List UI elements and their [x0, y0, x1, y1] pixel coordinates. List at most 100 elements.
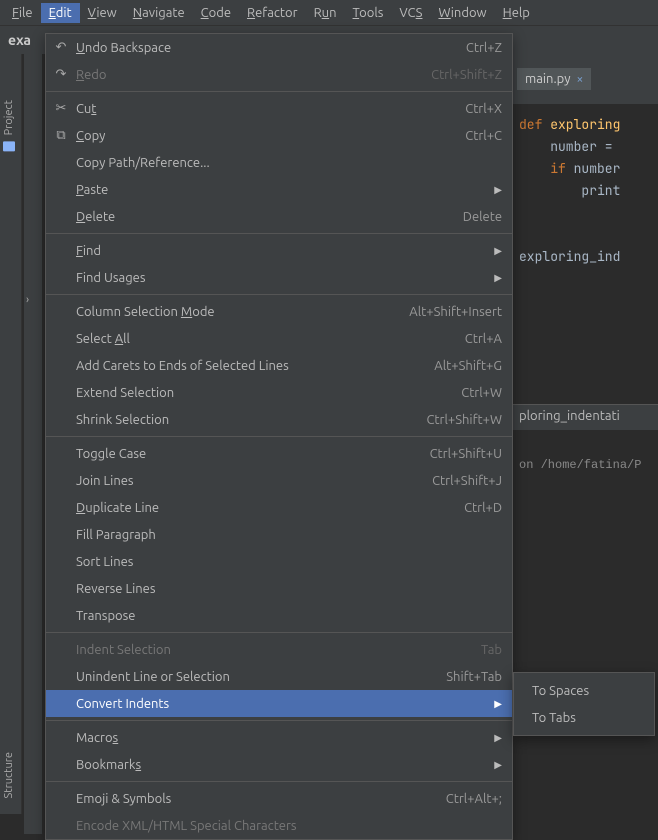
redo-icon: ↷	[53, 67, 69, 83]
editor-tab-main[interactable]: main.py ×	[517, 68, 591, 90]
code-editor[interactable]: def exploring number = if number print e…	[513, 104, 658, 278]
keyword-if: if	[519, 160, 574, 177]
menu-vcs[interactable]: VCS	[391, 3, 430, 23]
menu-item-convert-indents[interactable]: Convert Indents▶	[46, 690, 512, 717]
menu-item-label: Sort Lines	[76, 555, 502, 569]
breadcrumb-text: exa	[8, 32, 31, 48]
menu-item-extend-selection[interactable]: Extend Selection Ctrl+W	[46, 379, 512, 406]
menu-separator	[46, 436, 512, 437]
menu-item-duplicate-line[interactable]: Duplicate Line Ctrl+D	[46, 494, 512, 521]
menu-item-shrink-selection[interactable]: Shrink SelectionCtrl+Shift+W	[46, 406, 512, 433]
menu-item-redo: ↷RedoCtrl+Shift+Z	[46, 61, 512, 88]
menu-item-label: Reverse Lines	[76, 582, 502, 596]
menu-item-fill-paragraph[interactable]: Fill Paragraph	[46, 521, 512, 548]
menu-item-label: Macros	[76, 731, 486, 745]
menu-item-undo-backspace[interactable]: ↶Undo BackspaceCtrl+Z	[46, 34, 512, 61]
menu-item-label: Column Selection Mode	[76, 305, 389, 319]
menu-navigate[interactable]: Navigate	[125, 3, 193, 23]
shortcut: Ctrl+D	[464, 501, 502, 515]
menu-item-label: Extend Selection	[76, 386, 441, 400]
shortcut: Ctrl+Z	[466, 41, 502, 55]
menu-item-label: Cut	[76, 102, 445, 116]
menu-item-label: Delete	[76, 210, 443, 224]
project-tool-button[interactable]: Project	[0, 94, 18, 157]
menu-item-label: Emoji & Symbols	[76, 792, 426, 806]
code-line: print	[519, 182, 620, 199]
submenu-item-to-spaces[interactable]: To Spaces	[514, 677, 654, 704]
shortcut: Ctrl+X	[465, 102, 502, 116]
menu-item-label: Select All	[76, 332, 445, 346]
chevron-right-icon[interactable]: ›	[24, 290, 31, 310]
left-gutter: Project Structure	[0, 54, 22, 814]
menu-item-delete[interactable]: Delete Delete	[46, 203, 512, 230]
menu-item-encode-xml-html-special-characters: Encode XML/HTML Special Characters	[46, 812, 512, 839]
chevron-right-icon: ▶	[494, 759, 502, 771]
run-tab-label[interactable]: ploring_indentati	[513, 404, 658, 430]
structure-tool-button[interactable]: Structure	[0, 746, 18, 805]
menu-item-select-all[interactable]: Select AllCtrl+A	[46, 325, 512, 352]
menu-code[interactable]: Code	[193, 3, 239, 23]
menu-item-label: Copy Path/Reference...	[76, 156, 502, 170]
chevron-right-icon: ▶	[494, 698, 502, 710]
code-line: exploring_ind	[519, 248, 620, 265]
menu-tools[interactable]: Tools	[345, 3, 392, 23]
menu-item-label: Duplicate Line	[76, 501, 444, 515]
menu-window[interactable]: Window	[430, 3, 494, 23]
menu-item-label: Fill Paragraph	[76, 528, 502, 542]
menu-view[interactable]: View	[80, 3, 125, 23]
menu-item-label: Undo Backspace	[76, 41, 446, 55]
menu-separator	[46, 91, 512, 92]
menu-bar: FileEditViewNavigateCodeRefactorRunTools…	[0, 0, 658, 26]
edit-menu-dropdown: ↶Undo BackspaceCtrl+Z↷RedoCtrl+Shift+Z✂C…	[45, 33, 513, 840]
menu-separator	[46, 632, 512, 633]
shortcut: Ctrl+Shift+W	[426, 413, 502, 427]
menu-separator	[46, 720, 512, 721]
submenu-item-to-tabs[interactable]: To Tabs	[514, 704, 654, 731]
chevron-right-icon: ▶	[494, 184, 502, 196]
menu-item-label: Transpose	[76, 609, 502, 623]
keyword-def: def	[519, 116, 550, 133]
menu-item-join-lines[interactable]: Join LinesCtrl+Shift+J	[46, 467, 512, 494]
menu-item-find-usages[interactable]: Find Usages ▶	[46, 264, 512, 291]
menu-item-label: Bookmarks	[76, 758, 486, 772]
menu-item-bookmarks[interactable]: Bookmarks ▶	[46, 751, 512, 778]
close-icon[interactable]: ×	[577, 73, 584, 86]
shortcut: Alt+Shift+Insert	[409, 305, 502, 319]
menu-item-toggle-case[interactable]: Toggle CaseCtrl+Shift+U	[46, 440, 512, 467]
shortcut: Alt+Shift+G	[434, 359, 502, 373]
menu-item-label: Join Lines	[76, 474, 412, 488]
submenu-label: To Tabs	[532, 711, 642, 725]
menu-edit[interactable]: Edit	[41, 3, 80, 23]
menu-item-macros[interactable]: Macros▶	[46, 724, 512, 751]
menu-help[interactable]: Help	[495, 3, 538, 23]
menu-item-reverse-lines[interactable]: Reverse Lines	[46, 575, 512, 602]
menu-item-label: Find Usages	[76, 271, 486, 285]
shortcut: Ctrl+C	[465, 129, 502, 143]
menu-item-sort-lines[interactable]: Sort Lines	[46, 548, 512, 575]
menu-item-copy-path-reference[interactable]: Copy Path/Reference...	[46, 149, 512, 176]
shortcut: Delete	[463, 210, 502, 224]
menu-item-unindent-line-or-selection[interactable]: Unindent Line or SelectionShift+Tab	[46, 663, 512, 690]
shortcut: Ctrl+W	[461, 386, 502, 400]
menu-item-add-carets-to-ends-of-selected-lines[interactable]: Add Carets to Ends of Selected LinesAlt+…	[46, 352, 512, 379]
menu-item-emoji-symbols[interactable]: Emoji & Symbols Ctrl+Alt+;	[46, 785, 512, 812]
menu-separator	[46, 294, 512, 295]
chevron-right-icon: ▶	[494, 272, 502, 284]
menu-item-column-selection-mode[interactable]: Column Selection Mode Alt+Shift+Insert	[46, 298, 512, 325]
menu-file[interactable]: File	[4, 3, 41, 23]
shortcut: Shift+Tab	[446, 670, 502, 684]
submenu-label: To Spaces	[532, 684, 642, 698]
menu-item-find[interactable]: Find▶	[46, 237, 512, 264]
menu-item-copy[interactable]: ⧉CopyCtrl+C	[46, 122, 512, 149]
menu-item-paste[interactable]: Paste ▶	[46, 176, 512, 203]
convert-indents-submenu: To Spaces To Tabs	[513, 672, 655, 736]
menu-run[interactable]: Run	[306, 3, 345, 23]
shortcut: Ctrl+Shift+U	[430, 447, 502, 461]
menu-refactor[interactable]: Refactor	[239, 3, 306, 23]
menu-item-transpose[interactable]: Transpose	[46, 602, 512, 629]
shortcut: Ctrl+Alt+;	[446, 792, 502, 806]
menu-item-label: Paste	[76, 183, 486, 197]
function-name: exploring	[550, 116, 620, 133]
menu-item-cut[interactable]: ✂CutCtrl+X	[46, 95, 512, 122]
project-label: Project	[3, 100, 15, 135]
